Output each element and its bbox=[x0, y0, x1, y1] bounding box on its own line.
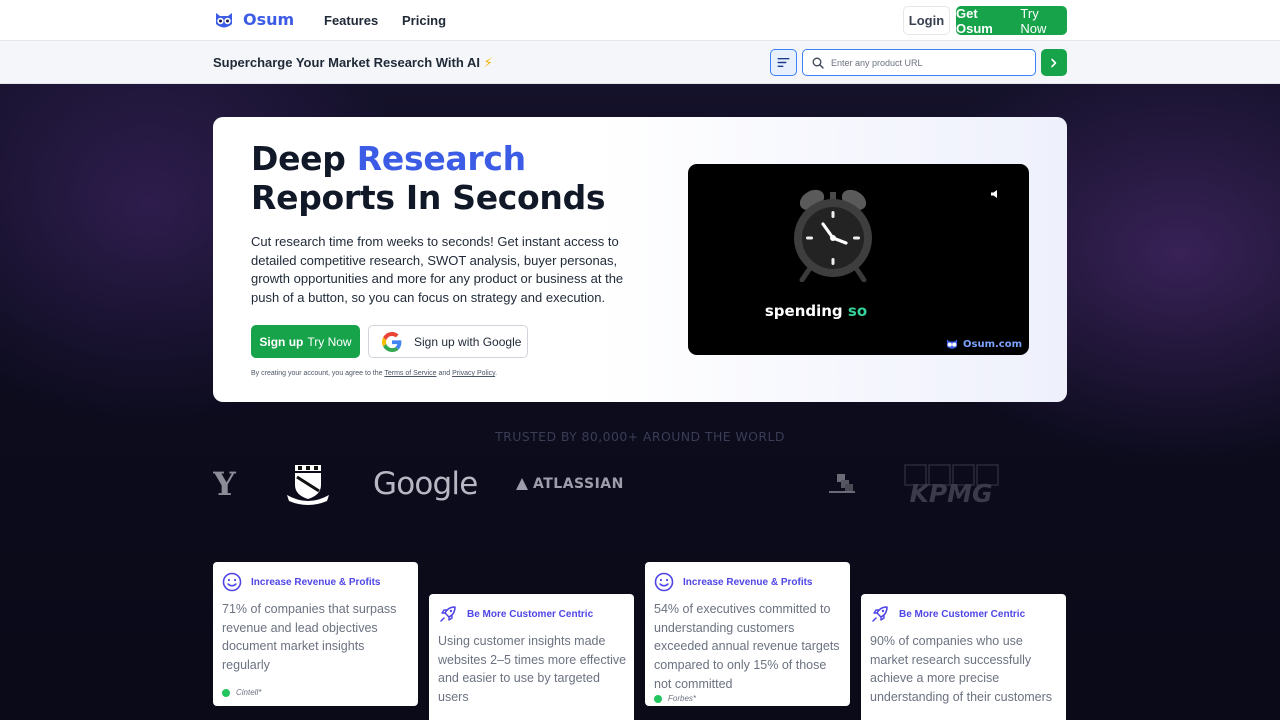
lightning-icon: ⚡ bbox=[483, 55, 493, 70]
research-bar: Supercharge Your Market Research With AI… bbox=[0, 41, 1280, 84]
stat-card: Be More Customer Centric 90% of companie… bbox=[861, 594, 1066, 720]
logo-y-combinator: Y bbox=[213, 465, 236, 503]
stat-source-text: Forbes* bbox=[668, 694, 697, 703]
logo-text: Osum bbox=[243, 10, 295, 29]
submit-url-button[interactable] bbox=[1041, 49, 1067, 76]
stat-heading-text: Increase Revenue & Profits bbox=[683, 576, 813, 588]
stat-card: Increase Revenue & Profits 71% of compan… bbox=[213, 562, 418, 706]
smile-icon bbox=[654, 572, 674, 592]
google-g-icon bbox=[382, 331, 402, 352]
get-osum-label: Get Osum bbox=[956, 5, 993, 36]
logo-google: Google bbox=[373, 466, 478, 502]
terms-suffix: . bbox=[495, 370, 498, 377]
stat-body: 54% of executives committed to understan… bbox=[654, 602, 840, 691]
get-osum-button[interactable]: Get Osum Try Now bbox=[956, 5, 1067, 36]
video-caption: spending so bbox=[688, 302, 944, 320]
check-circle-icon bbox=[654, 694, 662, 703]
signup-try-now-label: Try Now bbox=[307, 334, 352, 349]
blocks-icon bbox=[829, 474, 855, 493]
chevron-right-icon bbox=[1051, 58, 1057, 67]
rocket-icon bbox=[872, 606, 888, 622]
product-url-input[interactable] bbox=[831, 57, 1026, 68]
filter-lines-icon bbox=[777, 58, 790, 67]
owl-logo-icon bbox=[216, 12, 232, 27]
login-button[interactable]: Login bbox=[903, 6, 950, 35]
signup-label: Sign up bbox=[259, 334, 304, 349]
hero-title: Deep Research Reports In Seconds bbox=[251, 139, 606, 217]
kpmg-text: KPMG bbox=[909, 479, 992, 506]
logo[interactable]: Osum bbox=[213, 10, 294, 29]
stat-heading: Increase Revenue & Profits bbox=[654, 572, 813, 592]
try-now-label: Try Now bbox=[1020, 5, 1047, 36]
stat-source: Cintell* bbox=[222, 688, 261, 697]
top-nav: Osum Features Pricing Login Get Osum Try… bbox=[0, 0, 1280, 41]
smile-icon bbox=[222, 572, 242, 592]
video-watermark: Osum.com bbox=[945, 338, 1022, 350]
terms-of-service-link[interactable]: Terms of Service bbox=[384, 370, 436, 377]
stat-card: Be More Customer Centric Using customer … bbox=[429, 594, 634, 720]
privacy-policy-link[interactable]: Privacy Policy bbox=[452, 370, 495, 377]
owl-logo-icon bbox=[946, 339, 958, 349]
customer-logos: Y Google ATLASSIAN KPMG bbox=[213, 458, 1067, 510]
stat-heading: Be More Customer Centric bbox=[438, 604, 593, 624]
logo-atlassian: ATLASSIAN bbox=[516, 458, 624, 510]
stat-heading-text: Increase Revenue & Profits bbox=[251, 576, 381, 588]
alarm-clock-icon bbox=[794, 189, 872, 282]
hero-title-word: Deep bbox=[251, 139, 346, 178]
university-crest-logo bbox=[285, 458, 331, 510]
stat-source: Forbes* bbox=[654, 694, 696, 703]
search-icon bbox=[812, 57, 824, 69]
speaker-mute-icon[interactable] bbox=[990, 189, 1000, 199]
terms-notice: By creating your account, you agree to t… bbox=[251, 370, 497, 377]
stat-body: Using customer insights made websites 2–… bbox=[438, 634, 627, 705]
filter-button[interactable] bbox=[770, 49, 797, 76]
tagline-text: Supercharge Your Market Research With AI bbox=[213, 55, 480, 70]
login-label: Login bbox=[908, 13, 945, 28]
product-url-field[interactable] bbox=[802, 49, 1036, 76]
tagline: Supercharge Your Market Research With AI… bbox=[213, 55, 493, 71]
video-brand-text: Osum.com bbox=[963, 338, 1023, 350]
stat-heading: Increase Revenue & Profits bbox=[222, 572, 381, 592]
check-circle-icon bbox=[222, 688, 230, 697]
hero-card: Deep Research Reports In Seconds Cut res… bbox=[213, 117, 1067, 402]
video-caption-accent: so bbox=[847, 302, 868, 320]
logo-kpmg: KPMG bbox=[901, 458, 1001, 510]
video-caption-word: spending bbox=[764, 302, 843, 320]
terms-and: and bbox=[438, 370, 451, 377]
stat-heading: Be More Customer Centric bbox=[870, 604, 1025, 624]
signup-button[interactable]: Sign up Try Now bbox=[251, 325, 360, 358]
stat-heading-text: Be More Customer Centric bbox=[899, 608, 1026, 620]
crest-icon bbox=[287, 465, 329, 505]
rocket-icon bbox=[440, 606, 456, 622]
atlassian-triangle-icon bbox=[516, 478, 528, 490]
hero-title-line2: Reports In Seconds bbox=[251, 178, 606, 217]
nav-features-link[interactable]: Features bbox=[324, 13, 378, 28]
stacked-blocks-logo bbox=[827, 458, 857, 510]
stat-body: 71% of companies that surpass revenue an… bbox=[222, 602, 397, 673]
trusted-heading: TRUSTED BY 80,000+ AROUND THE WORLD bbox=[495, 429, 785, 444]
google-signup-label: Sign up with Google bbox=[414, 334, 522, 349]
promo-video[interactable]: spending so Osum.com bbox=[688, 164, 1029, 355]
stat-card: Increase Revenue & Profits 54% of execut… bbox=[645, 562, 850, 706]
kpmg-logo: KPMG bbox=[904, 464, 999, 506]
atlassian-text: ATLASSIAN bbox=[533, 476, 624, 492]
terms-prefix: By creating your account, you agree to t… bbox=[251, 370, 383, 377]
google-signup-button[interactable]: Sign up with Google bbox=[368, 325, 528, 358]
stat-source-text: Cintell* bbox=[236, 688, 262, 697]
hero-title-accent: Research bbox=[356, 139, 526, 178]
nav-pricing-link[interactable]: Pricing bbox=[402, 13, 446, 28]
hero-description: Cut research time from weeks to seconds!… bbox=[251, 234, 624, 305]
stat-body: 90% of companies who use market research… bbox=[870, 634, 1053, 705]
stat-heading-text: Be More Customer Centric bbox=[467, 608, 594, 620]
